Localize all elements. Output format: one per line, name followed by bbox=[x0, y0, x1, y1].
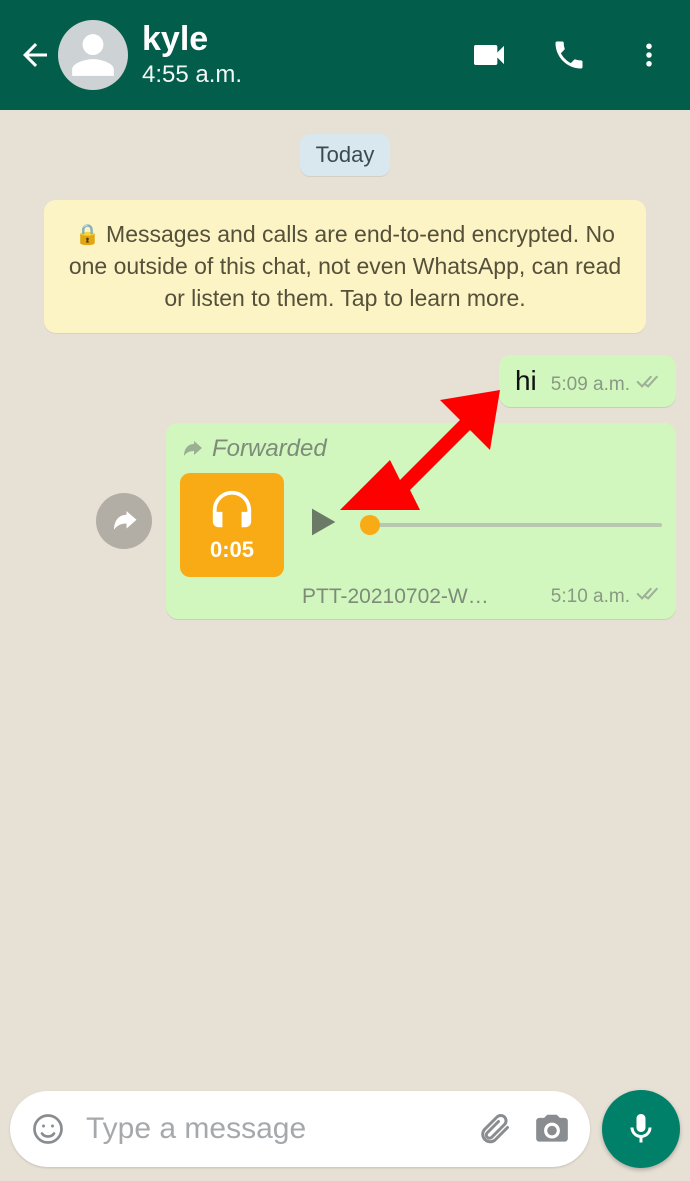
audio-duration: 0:05 bbox=[210, 537, 254, 563]
voice-record-button[interactable] bbox=[602, 1090, 680, 1168]
header-actions bbox=[466, 32, 672, 78]
encryption-text: Messages and calls are end-to-end encryp… bbox=[69, 221, 621, 311]
emoji-button[interactable] bbox=[28, 1109, 68, 1149]
forwarded-label: Forwarded bbox=[212, 435, 327, 463]
chat-area: Today 🔒Messages and calls are end-to-end… bbox=[0, 110, 690, 1081]
contact-title-block[interactable]: kyle 4:55 a.m. bbox=[142, 21, 466, 88]
message-meta: 5:09 a.m. bbox=[551, 373, 662, 397]
voice-message-time: 5:10 a.m. bbox=[551, 586, 630, 608]
seek-thumb bbox=[360, 515, 380, 535]
video-call-button[interactable] bbox=[466, 32, 512, 78]
outgoing-voice-message[interactable]: Forwarded 0:05 PTT-20210702-W… 5:10 a bbox=[166, 423, 676, 619]
audio-thumbnail: 0:05 bbox=[180, 473, 284, 577]
microphone-icon bbox=[623, 1111, 659, 1147]
voice-call-button[interactable] bbox=[546, 32, 592, 78]
read-ticks-icon bbox=[636, 373, 662, 397]
voice-message-time-block: 5:10 a.m. bbox=[551, 585, 662, 609]
message-input-container: Type a message bbox=[10, 1091, 590, 1167]
play-icon bbox=[302, 502, 342, 542]
outgoing-text-message[interactable]: hi 5:09 a.m. bbox=[499, 355, 676, 407]
voice-message-meta: PTT-20210702-W… 5:10 a.m. bbox=[180, 585, 662, 609]
headphones-icon bbox=[209, 487, 255, 533]
composer-bar: Type a message bbox=[10, 1089, 680, 1169]
contact-subtitle: 4:55 a.m. bbox=[142, 61, 466, 89]
message-text: hi bbox=[515, 365, 537, 397]
audio-seek-slider[interactable] bbox=[360, 510, 662, 540]
read-ticks-icon bbox=[636, 585, 662, 609]
back-button[interactable] bbox=[14, 34, 56, 76]
forward-button[interactable] bbox=[96, 493, 152, 549]
camera-button[interactable] bbox=[532, 1109, 572, 1149]
voice-player: 0:05 bbox=[180, 473, 662, 577]
lock-icon: 🔒 bbox=[75, 224, 100, 246]
seek-track bbox=[360, 523, 662, 527]
forward-icon bbox=[180, 437, 204, 461]
message-input[interactable]: Type a message bbox=[86, 1112, 456, 1146]
attach-button[interactable] bbox=[474, 1109, 514, 1149]
play-button[interactable] bbox=[302, 502, 342, 547]
contact-name: kyle bbox=[142, 21, 466, 58]
audio-filename: PTT-20210702-W… bbox=[302, 585, 489, 609]
date-separator: Today bbox=[300, 134, 391, 176]
message-row: hi 5:09 a.m. bbox=[14, 355, 676, 423]
voice-message-row: Forwarded 0:05 PTT-20210702-W… 5:10 a bbox=[14, 423, 676, 619]
more-options-button[interactable] bbox=[626, 32, 672, 78]
contact-avatar[interactable] bbox=[58, 20, 128, 90]
message-time: 5:09 a.m. bbox=[551, 374, 630, 396]
encryption-notice[interactable]: 🔒Messages and calls are end-to-end encry… bbox=[44, 200, 646, 333]
chat-header: kyle 4:55 a.m. bbox=[0, 0, 690, 110]
forwarded-indicator: Forwarded bbox=[180, 435, 662, 463]
